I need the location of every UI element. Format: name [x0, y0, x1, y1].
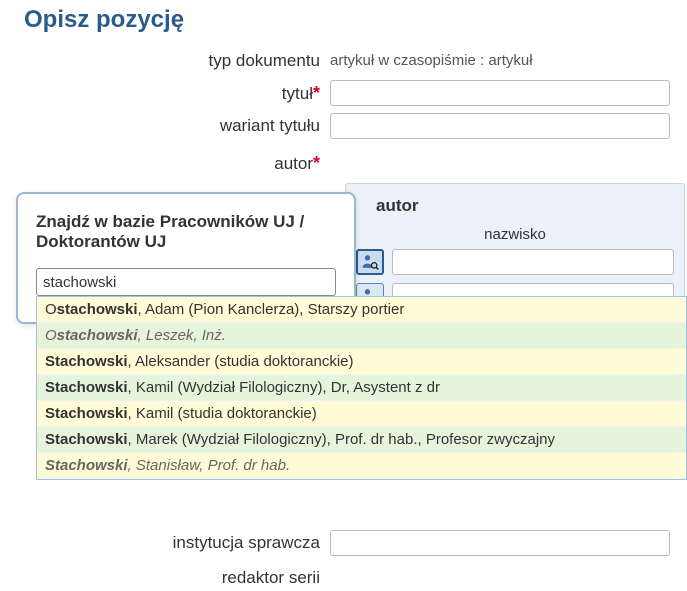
title-input[interactable] — [330, 80, 670, 106]
author-panel-heading: autor — [356, 192, 674, 226]
autocomplete-item[interactable]: Ostachowski, Adam (Pion Kanclerza), Star… — [37, 297, 686, 323]
author-subhead-surname: nazwisko — [356, 226, 674, 249]
person-search-icon — [360, 252, 380, 272]
required-mark: * — [313, 153, 320, 173]
autocomplete-item[interactable]: Stachowski, Aleksander (studia doktoranc… — [37, 349, 686, 375]
lookup-input[interactable] — [36, 268, 336, 296]
institution-input[interactable] — [330, 530, 670, 556]
title-variant-input[interactable] — [330, 113, 670, 139]
label-institution: instytucja sprawcza — [0, 530, 330, 556]
person-search-button[interactable] — [356, 249, 384, 275]
required-mark: * — [313, 83, 320, 103]
lookup-title: Znajdź w bazie Pracowników UJ / Doktoran… — [36, 212, 336, 252]
autocomplete-item[interactable]: Ostachowski, Leszek, Inż. — [37, 323, 686, 349]
label-title-variant: wariant tytułu — [0, 113, 330, 139]
label-doc-type: typ dokumentu — [0, 48, 330, 74]
autocomplete-item[interactable]: Stachowski, Stanisław, Prof. dr hab. — [37, 453, 686, 479]
page-title: Opisz pozycję — [0, 0, 687, 48]
autocomplete-item[interactable]: Stachowski, Kamil (studia doktoranckie) — [37, 401, 686, 427]
label-author: autor — [274, 154, 313, 173]
label-title: tytuł — [282, 84, 313, 103]
autocomplete-item[interactable]: Stachowski, Marek (Wydział Filologiczny)… — [37, 427, 686, 453]
value-doc-type: artykuł w czasopiśmie : artykuł — [330, 48, 687, 74]
label-series-editor: redaktor serii — [0, 565, 330, 591]
autocomplete-item[interactable]: Stachowski, Kamil (Wydział Filologiczny)… — [37, 375, 686, 401]
autocomplete-list: Ostachowski, Adam (Pion Kanclerza), Star… — [36, 296, 687, 480]
author-surname-input-1[interactable] — [392, 249, 674, 275]
